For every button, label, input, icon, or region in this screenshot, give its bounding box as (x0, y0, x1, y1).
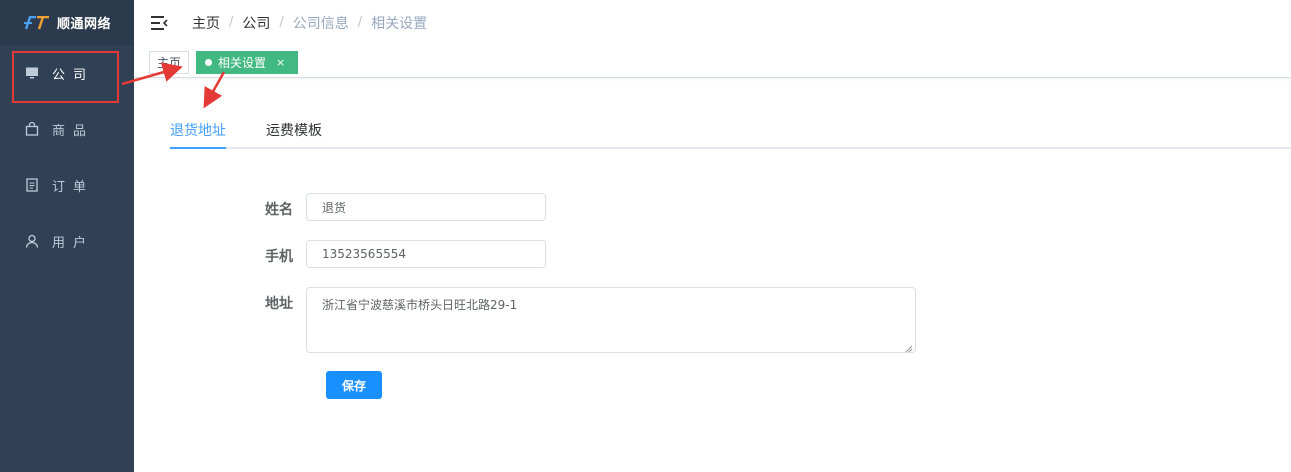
resize-handle-icon[interactable] (905, 342, 913, 353)
tag-settings[interactable]: 相关设置 × (196, 51, 299, 74)
sidebar-item-label: 订单 (52, 179, 95, 195)
name-field[interactable]: 退货 (306, 193, 546, 221)
sidebar-nav: 公司 商品 订单 用户 (0, 45, 134, 269)
sidebar-item-orders[interactable]: 订单 (0, 157, 134, 213)
sidebar-item-users[interactable]: 用户 (0, 213, 134, 269)
logo-icon (23, 15, 51, 30)
tag-label: 主页 (157, 56, 182, 70)
tag-label: 相关设置 (218, 56, 267, 70)
hamburger-icon[interactable] (150, 14, 168, 32)
tag-home[interactable]: 主页 (149, 51, 190, 74)
user-icon (24, 233, 40, 249)
tab-active-indicator (170, 147, 226, 149)
phone-label: 手机 (265, 249, 293, 265)
logo[interactable]: 顺通网络 (0, 0, 134, 45)
active-dot-icon (205, 59, 212, 66)
name-value: 退货 (322, 200, 347, 215)
logo-text: 顺通网络 (56, 17, 111, 32)
tags-view: 主页 相关设置 × (134, 45, 1291, 78)
app-window: 顺通网络 公司 商品 订单 用户 主页 / 公司 / 公司信息 / 相关设置 主… (0, 0, 1291, 472)
settings-tabs: 退货地址 运费模板 (170, 110, 1291, 149)
breadcrumb-separator: / (357, 15, 363, 30)
breadcrumb-home[interactable]: 主页 (192, 13, 220, 33)
sidebar-item-company[interactable]: 公司 (0, 45, 134, 101)
breadcrumb-company-info: 公司信息 (292, 15, 349, 32)
breadcrumb-current: 相关设置 (371, 15, 428, 32)
phone-field[interactable]: 13523565554 (306, 240, 546, 268)
sidebar-item-label: 用户 (52, 235, 95, 251)
sidebar-item-label: 商品 (52, 123, 95, 139)
tab-shipping-template[interactable]: 运费模板 (266, 120, 322, 140)
breadcrumb-separator: / (279, 15, 284, 30)
name-label: 姓名 (265, 202, 293, 218)
close-icon[interactable]: × (276, 56, 285, 69)
breadcrumb-separator: / (229, 15, 234, 30)
address-textarea[interactable]: 浙江省宁波慈溪市桥头日旺北路29-1 (306, 287, 916, 353)
monitor-icon (24, 65, 40, 81)
navbar: 主页 / 公司 / 公司信息 / 相关设置 (134, 0, 1291, 45)
save-button[interactable]: 保存 (326, 371, 382, 399)
document-icon (24, 177, 40, 193)
breadcrumb-company[interactable]: 公司 (242, 13, 270, 33)
address-value: 浙江省宁波慈溪市桥头日旺北路29-1 (322, 298, 518, 312)
shopping-bag-icon (24, 121, 40, 137)
sidebar: 顺通网络 公司 商品 订单 用户 (0, 0, 134, 472)
tab-return-address[interactable]: 退货地址 (170, 120, 226, 140)
sidebar-item-label: 公司 (52, 67, 95, 83)
address-label: 地址 (265, 296, 293, 312)
sidebar-item-products[interactable]: 商品 (0, 101, 134, 157)
phone-value: 13523565554 (322, 247, 406, 261)
